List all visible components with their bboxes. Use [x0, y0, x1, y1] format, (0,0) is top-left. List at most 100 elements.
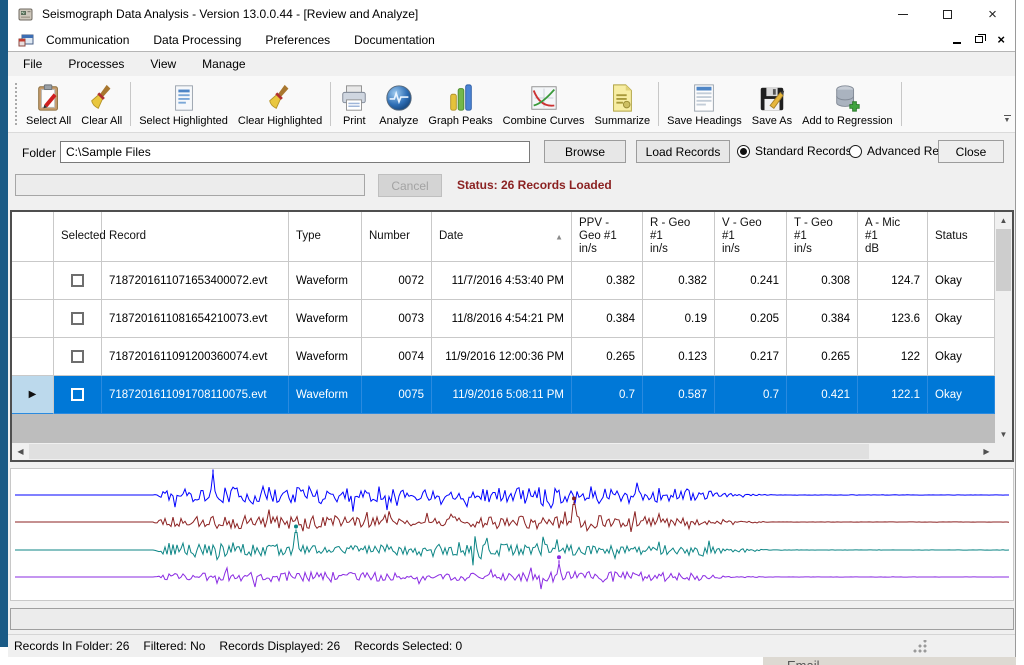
column-header-text: Status [935, 230, 994, 243]
load-records-button[interactable]: Load Records [636, 140, 730, 163]
row-checkbox[interactable] [71, 350, 84, 363]
graph-peaks-button[interactable]: Graph Peaks [423, 80, 497, 129]
cell-date: 11/9/2016 12:00:36 PM [432, 338, 572, 376]
toolbar-button-label: Select Highlighted [139, 115, 228, 127]
toolbar-button-label: Summarize [595, 115, 651, 127]
clear-highlighted-button[interactable]: Clear Highlighted [233, 80, 327, 129]
column-header-date[interactable]: Date▲ [432, 212, 572, 262]
cell-a: 124.7 [858, 262, 928, 300]
cell-rowsel: ▶ [12, 376, 54, 414]
mdi-restore-button[interactable] [975, 36, 983, 43]
scrollbar-corner [995, 443, 1012, 460]
column-header-type[interactable]: Type [289, 212, 362, 262]
cell-rowsel [12, 262, 54, 300]
trace-teal-trigger-marker-stem [295, 530, 296, 533]
column-header-text: #1 [650, 230, 714, 243]
scroll-right-arrow-icon[interactable]: ▶ [978, 443, 995, 460]
save-headings-button[interactable]: Save Headings [662, 80, 747, 129]
toolbar-overflow-button[interactable]: ▼ [1002, 115, 1012, 124]
hscroll-thumb[interactable] [29, 444, 869, 459]
table-row[interactable]: ▶7187201611091708110075.evtWaveform00751… [12, 376, 995, 414]
folder-path-input[interactable] [60, 141, 530, 163]
column-header-a[interactable]: A - Mic#1dB [858, 212, 928, 262]
toolbar-button-label: Graph Peaks [428, 115, 492, 127]
menu-file[interactable]: File [8, 57, 55, 71]
column-header-text: Date [439, 230, 571, 243]
menu-processes[interactable]: Processes [55, 57, 137, 71]
horizontal-scrollbar[interactable]: ◀ ▶ [12, 443, 995, 460]
combine-curves-button[interactable]: Combine Curves [498, 80, 590, 129]
cell-ppv: 0.7 [572, 376, 643, 414]
background-window-email-label: Email [787, 658, 820, 665]
save-as-button[interactable]: Save As [747, 80, 797, 129]
table-row[interactable]: 7187201611071653400072.evtWaveform007211… [12, 262, 995, 300]
row-checkbox[interactable] [71, 388, 84, 401]
column-header-r[interactable]: R - Geo#1in/s [643, 212, 715, 262]
standard-records-radio[interactable]: Standard Records [737, 144, 852, 158]
menu-documentation[interactable]: Documentation [342, 33, 447, 47]
column-header-text: #1 [794, 230, 857, 243]
minimize-button[interactable] [880, 0, 925, 28]
clear-all-button[interactable]: Clear All [76, 80, 127, 129]
menu-data-processing[interactable]: Data Processing [141, 33, 253, 47]
close-icon: × [988, 7, 997, 22]
column-header-selected[interactable]: Selected [54, 212, 102, 262]
toolbar-grip[interactable] [14, 83, 18, 125]
summarize-button[interactable]: Summarize [590, 80, 656, 129]
column-header-ppv[interactable]: PPV -Geo #1in/s [572, 212, 643, 262]
table-row[interactable]: 7187201611091200360074.evtWaveform007411… [12, 338, 995, 376]
main-menu-bar: Communication Data Processing Preference… [8, 28, 1015, 52]
folder-label: Folder [22, 146, 56, 160]
column-header-text: dB [865, 243, 927, 256]
floppy-pencil-icon [757, 83, 787, 113]
resize-grip[interactable] [913, 640, 927, 653]
close-button[interactable]: Close [938, 140, 1004, 163]
menu-communication[interactable]: Communication [34, 33, 141, 47]
column-header-status[interactable]: Status [928, 212, 995, 262]
mdi-close-button[interactable]: × [997, 33, 1005, 46]
toolbar-separator [901, 82, 902, 126]
row-checkbox[interactable] [71, 274, 84, 287]
progress-bar [15, 174, 365, 196]
column-header-v[interactable]: V - Geo#1in/s [715, 212, 787, 262]
column-header-rowsel[interactable] [12, 212, 54, 262]
select-highlighted-button[interactable]: Select Highlighted [134, 80, 233, 129]
cell-rowsel [12, 300, 54, 338]
scroll-up-arrow-icon[interactable]: ▲ [995, 212, 1012, 229]
cell-status: Okay [928, 262, 995, 300]
browse-button[interactable]: Browse [544, 140, 626, 163]
column-header-record[interactable]: Record [102, 212, 289, 262]
printer-icon [339, 83, 369, 113]
maximize-button[interactable] [925, 0, 970, 28]
child-menu-bar: File Processes View Manage [8, 52, 1015, 76]
scroll-down-arrow-icon[interactable]: ▼ [995, 426, 1012, 443]
vscroll-thumb[interactable] [996, 229, 1011, 291]
menu-manage[interactable]: Manage [189, 57, 258, 71]
print-button[interactable]: Print [334, 80, 374, 129]
add-to-regression-button[interactable]: Add to Regression [797, 80, 898, 129]
row-checkbox[interactable] [71, 312, 84, 325]
select-all-button[interactable]: Select All [21, 80, 76, 129]
trace-blue-trigger-marker-stem [212, 470, 213, 473]
sort-ascending-icon: ▲ [555, 230, 563, 243]
records-in-folder-count: Records In Folder: 26 [14, 639, 129, 653]
close-window-button[interactable]: × [970, 0, 1015, 28]
vertical-scrollbar[interactable]: ▲ ▼ [995, 212, 1012, 460]
database-plus-icon [832, 83, 862, 113]
cell-selected [54, 262, 102, 300]
trace-purple [15, 563, 1009, 589]
scroll-left-arrow-icon[interactable]: ◀ [12, 443, 29, 460]
cell-t: 0.421 [787, 376, 858, 414]
analyze-button[interactable]: Analyze [374, 80, 423, 129]
mdi-minimize-button[interactable] [953, 42, 961, 44]
trace-dark-red-trigger-marker-icon [572, 497, 576, 501]
mdi-form-icon [18, 32, 34, 48]
table-row[interactable]: 7187201611081654210073.evtWaveform007311… [12, 300, 995, 338]
column-header-number[interactable]: Number [362, 212, 432, 262]
trace-dark-red [15, 505, 1009, 532]
column-header-t[interactable]: T - Geo#1in/s [787, 212, 858, 262]
trace-purple-trigger-marker-icon [557, 555, 561, 559]
menu-view[interactable]: View [137, 57, 189, 71]
menu-preferences[interactable]: Preferences [253, 33, 342, 47]
column-header-text: #1 [865, 230, 927, 243]
